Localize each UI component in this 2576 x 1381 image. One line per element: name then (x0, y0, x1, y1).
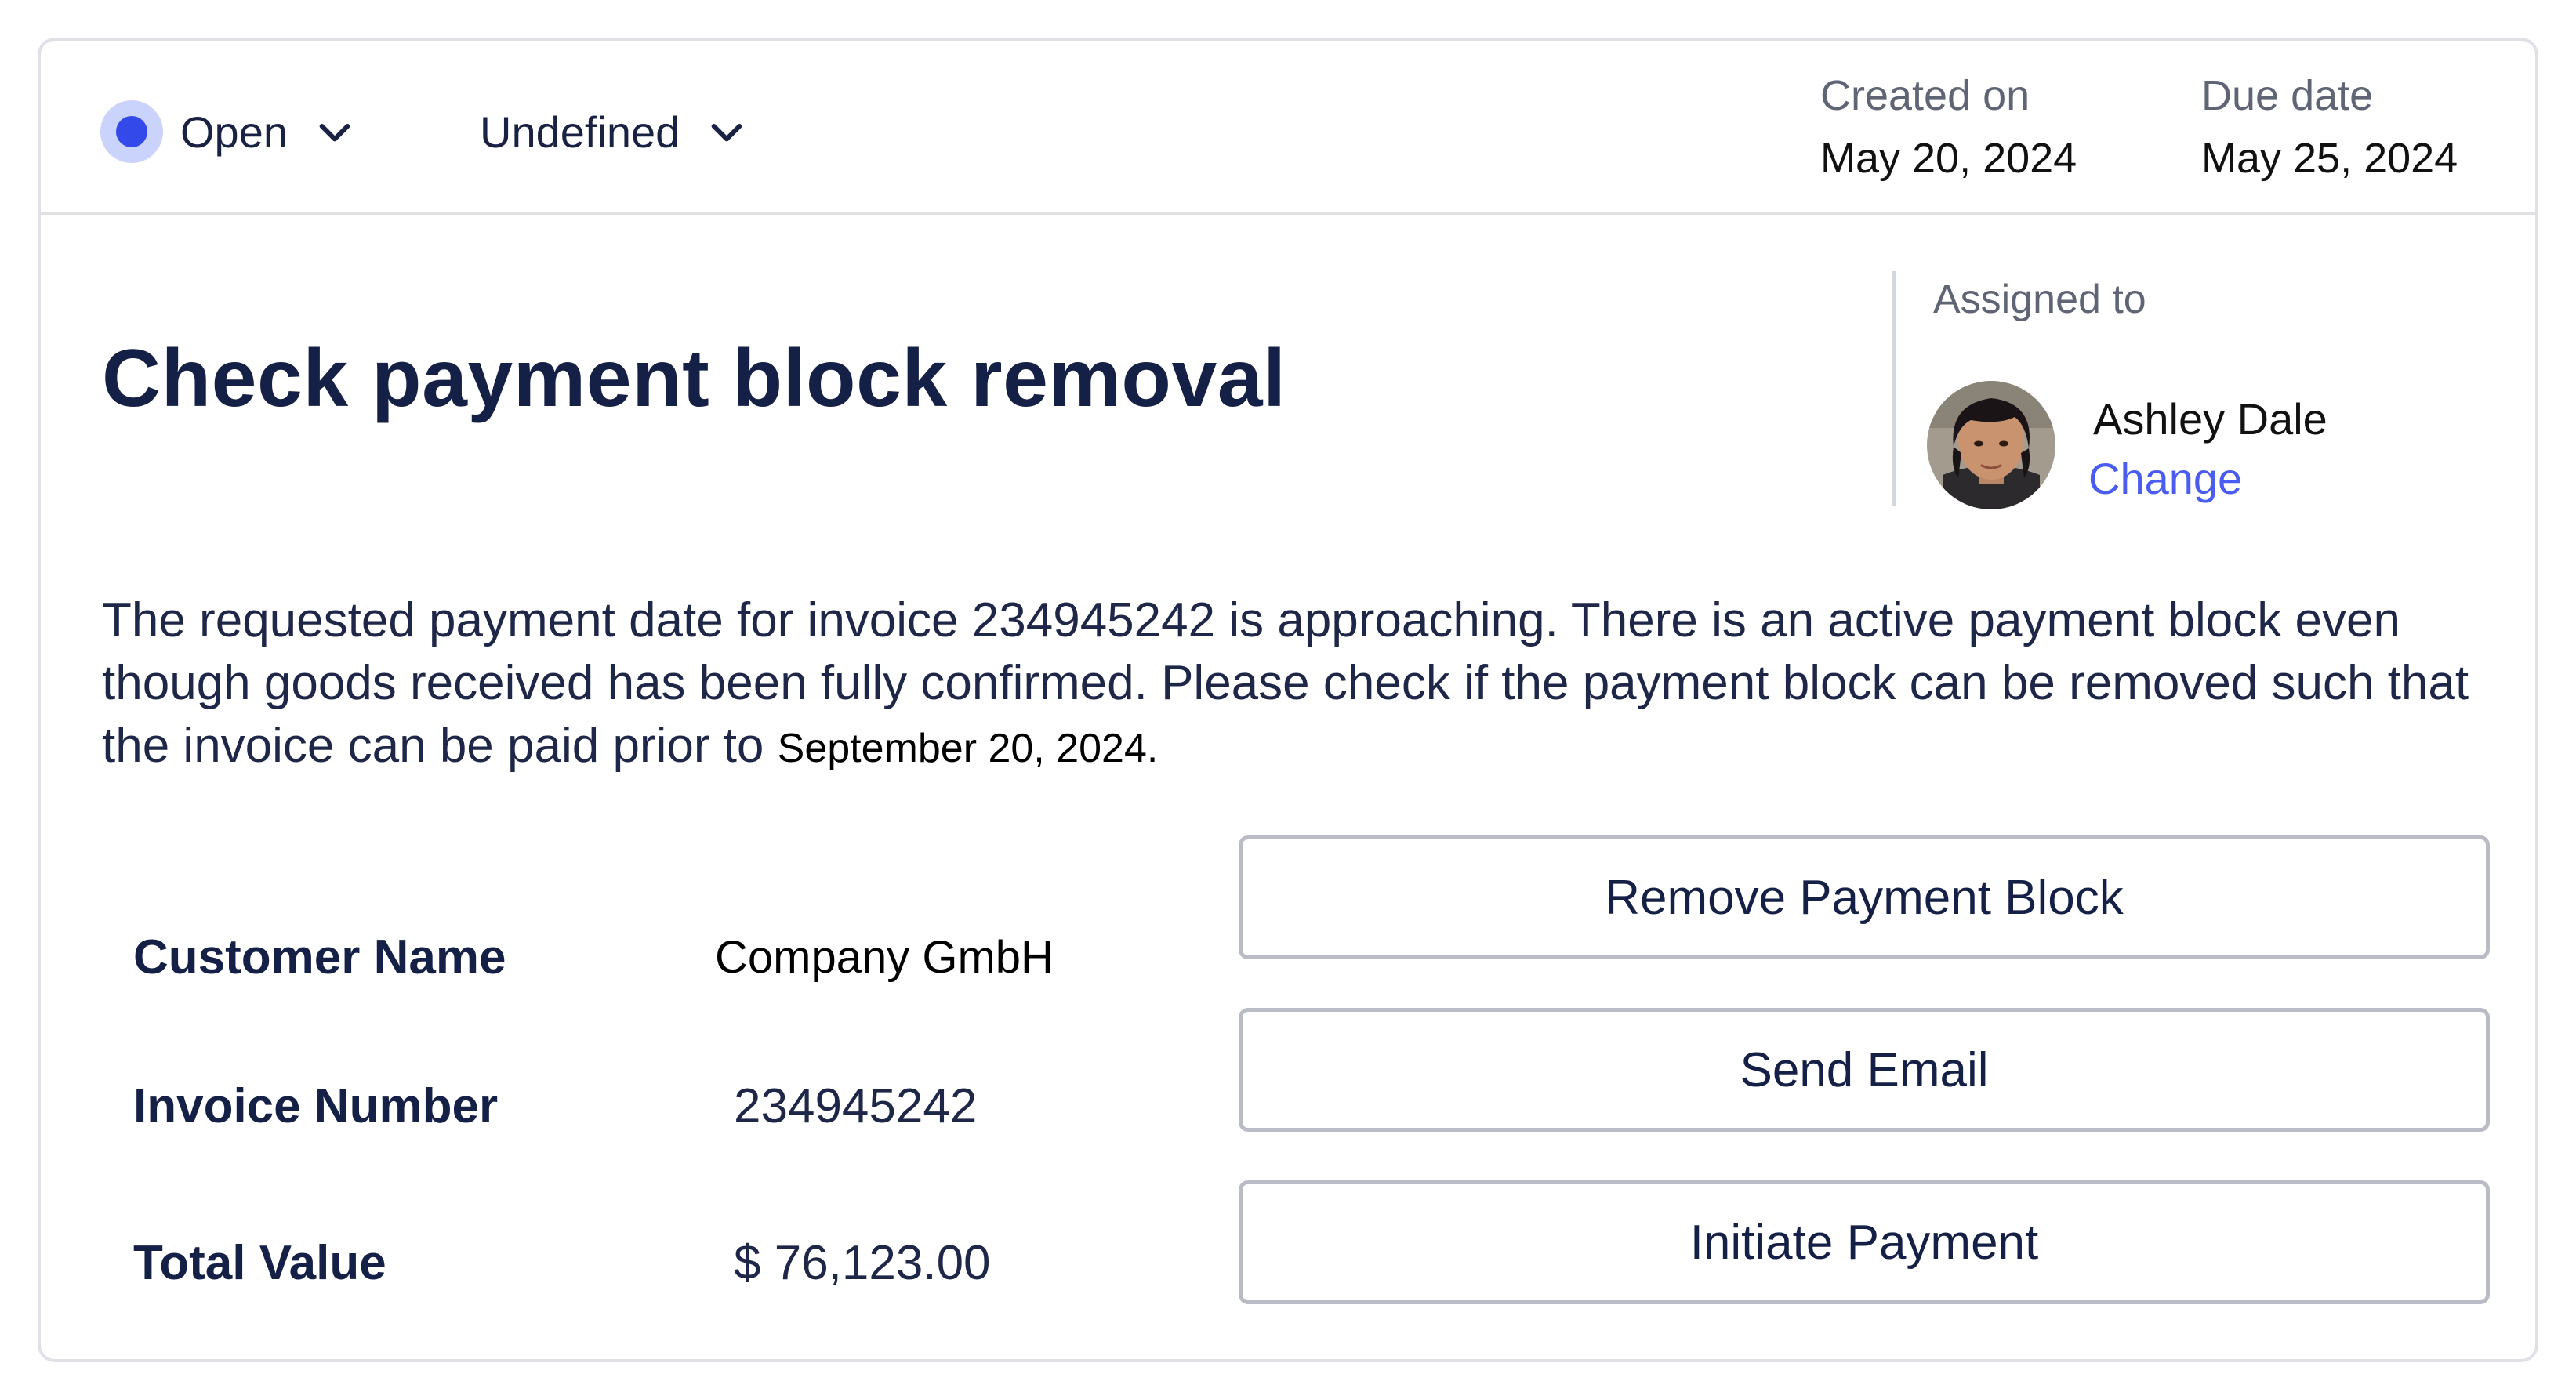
chevron-down-icon (319, 123, 350, 142)
field-value: $ 76,123.00 (734, 1236, 991, 1290)
assignee-name: Ashley Dale (2093, 394, 2327, 444)
remove-payment-block-button[interactable]: Remove Payment Block (1239, 835, 2490, 959)
assigned-to-label: Assigned to (1933, 277, 2146, 322)
description-end: . (1146, 726, 1159, 771)
change-assignee-link[interactable]: Change (2088, 453, 2242, 504)
task-header-bar: Open Undefined Created on May 20, 2024 D… (41, 41, 2535, 215)
priority-label: Undefined (480, 107, 680, 157)
description-date: September 20, 2024 (777, 726, 1147, 771)
status-label: Open (180, 107, 288, 157)
vertical-divider (1892, 271, 1896, 506)
due-date: Due date May 25, 2024 (2201, 64, 2458, 190)
field-value: Company GmbH (715, 932, 1054, 983)
task-title: Check payment block removal (102, 333, 1286, 424)
priority-dropdown[interactable]: Undefined (480, 99, 749, 165)
field-label: Customer Name (133, 930, 506, 984)
created-on-value: May 20, 2024 (1820, 135, 2077, 182)
field-value: 234945242 (734, 1079, 978, 1133)
due-date-label: Due date (2201, 72, 2374, 119)
description-text: The requested payment date for invoice 2… (102, 593, 2469, 773)
created-on: Created on May 20, 2024 (1820, 64, 2077, 190)
field-label: Invoice Number (133, 1079, 499, 1133)
status-dropdown[interactable]: Open (100, 99, 357, 165)
initiate-payment-button[interactable]: Initiate Payment (1239, 1180, 2490, 1304)
avatar (1927, 381, 2055, 509)
status-dot-icon (100, 100, 163, 163)
task-card: Open Undefined Created on May 20, 2024 D… (38, 38, 2538, 1362)
due-date-value: May 25, 2024 (2201, 135, 2458, 182)
field-row-invoice-number: Invoice Number 234945242 (133, 1060, 1152, 1154)
send-email-button[interactable]: Send Email (1239, 1008, 2490, 1132)
assignment-panel: Assigned to Ashley Dale Change (1892, 271, 2512, 509)
field-row-customer-name: Customer Name Company GmbH (133, 911, 1152, 1005)
created-on-label: Created on (1820, 72, 2030, 119)
chevron-down-icon (711, 123, 742, 142)
task-description: The requested payment date for invoice 2… (102, 589, 2516, 780)
field-row-total-value: Total Value $ 76,123.00 (133, 1216, 1152, 1310)
field-label: Total Value (133, 1236, 386, 1290)
